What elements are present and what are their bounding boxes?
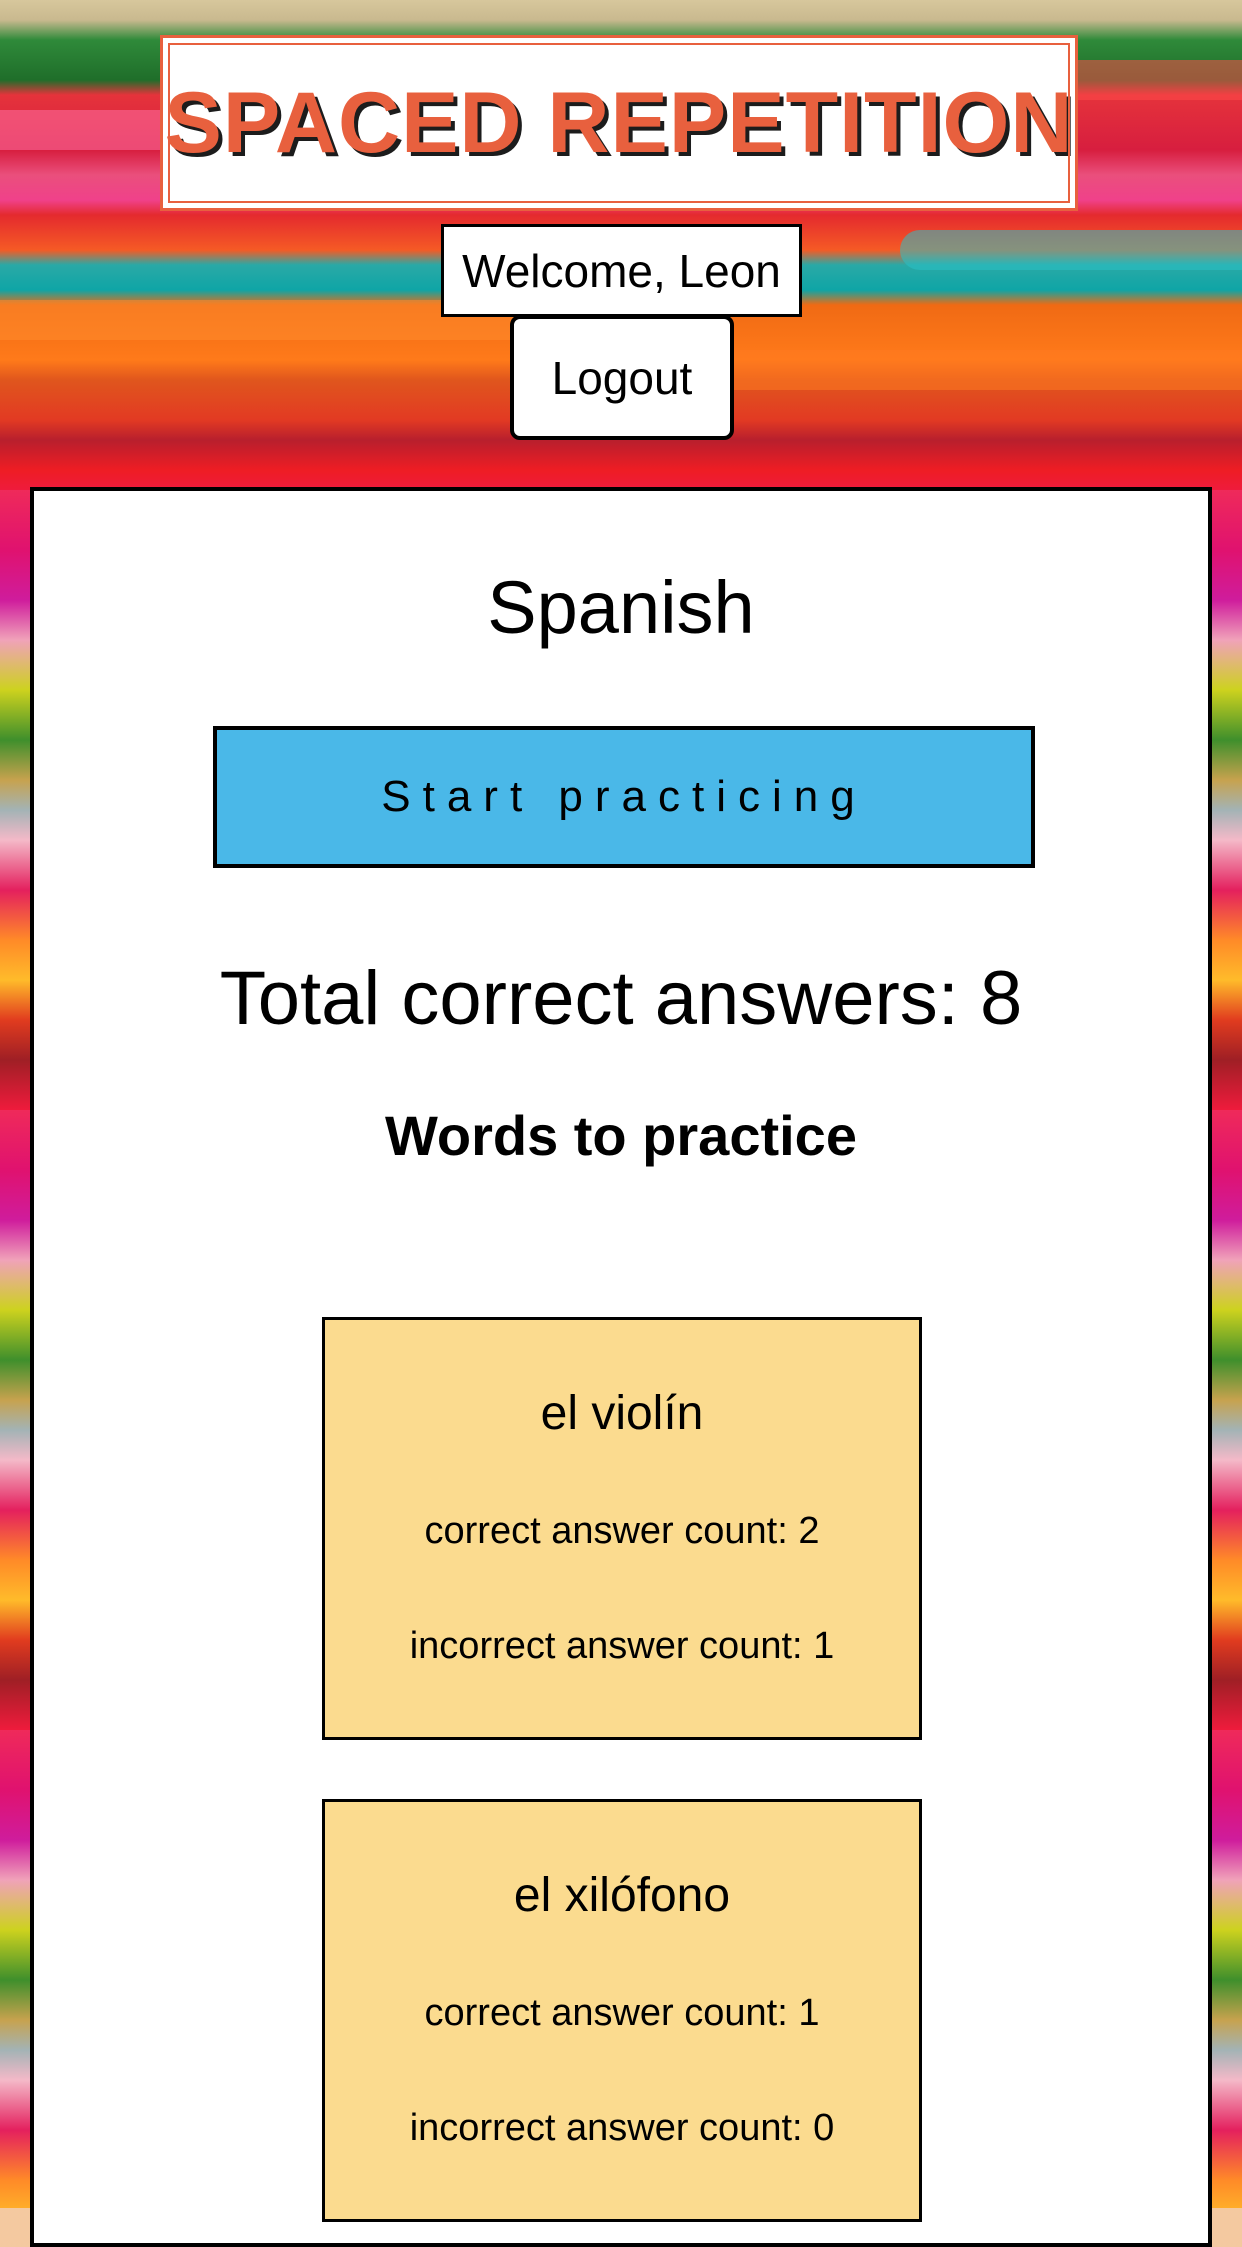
incorrect-count: incorrect answer count: 0 (409, 2107, 835, 2149)
word-card: el violín correct answer count: 2 incorr… (322, 1317, 922, 1740)
logout-button[interactable]: Logout (510, 315, 734, 440)
word-card: el xilófono correct answer count: 1 inco… (322, 1799, 922, 2222)
incorrect-count: incorrect answer count: 1 (409, 1625, 835, 1667)
words-to-practice-heading: Words to practice (385, 1104, 857, 1167)
correct-count: correct answer count: 2 (424, 1510, 820, 1552)
app-title-banner: SPACED REPETITION (160, 35, 1078, 211)
app-title: SPACED REPETITION (164, 74, 1074, 171)
dashboard-panel: Spanish Start practicing Total correct a… (30, 487, 1212, 2247)
start-practicing-button[interactable]: Start practicing (213, 726, 1035, 868)
welcome-message: Welcome, Leon (441, 224, 802, 317)
word-text: el violín (540, 1387, 704, 1440)
correct-count: correct answer count: 1 (424, 1992, 820, 2034)
language-title: Spanish (487, 566, 755, 649)
total-correct-answers: Total correct answers: 8 (219, 956, 1023, 1041)
word-text: el xilófono (513, 1869, 731, 1922)
